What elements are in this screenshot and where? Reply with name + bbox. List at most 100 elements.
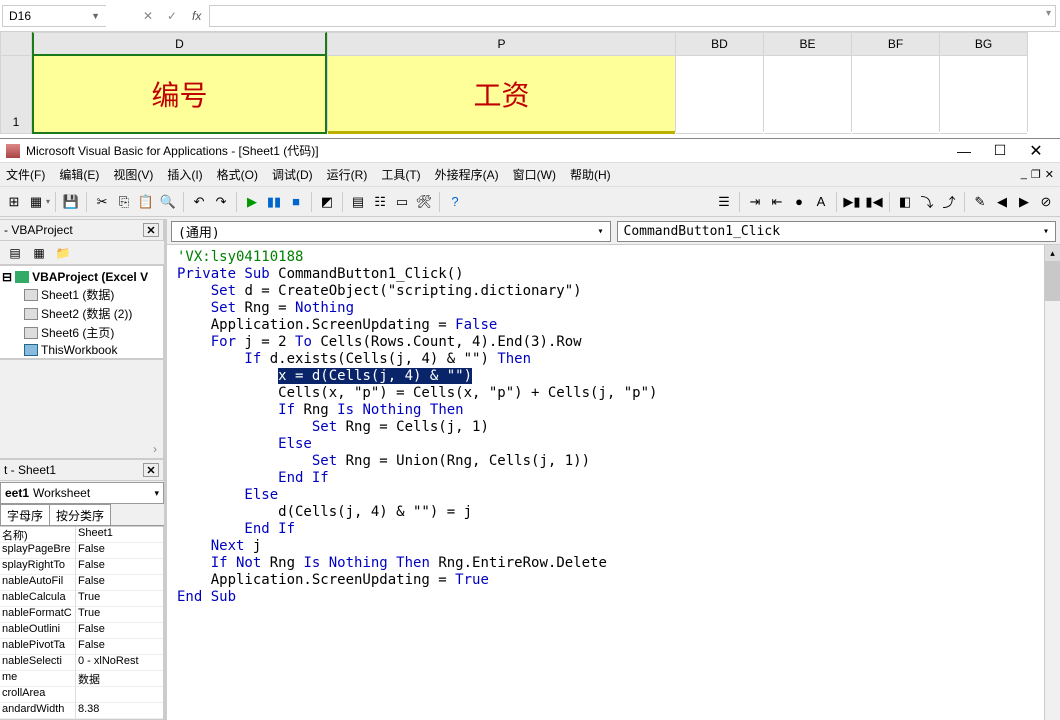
property-row[interactable]: nableFormatCTrue bbox=[0, 607, 163, 623]
vertical-scrollbar[interactable]: ▴ bbox=[1044, 245, 1060, 720]
list-properties-icon[interactable]: ☰ bbox=[714, 192, 734, 212]
name-box[interactable]: D16 ▼ bbox=[2, 5, 106, 27]
col-header-bd[interactable]: BD bbox=[676, 32, 763, 56]
view-object-icon[interactable]: ▦ bbox=[30, 245, 48, 261]
select-all-corner[interactable] bbox=[0, 32, 32, 56]
col-header-be[interactable]: BE bbox=[764, 32, 851, 56]
save-icon[interactable]: 💾 bbox=[61, 192, 81, 212]
property-row[interactable]: 名称)Sheet1 bbox=[0, 527, 163, 543]
properties-object-dropdown[interactable]: eet1 Worksheet ▾ bbox=[0, 482, 164, 504]
property-row[interactable]: nableOutliniFalse bbox=[0, 623, 163, 639]
property-value[interactable]: False bbox=[76, 639, 163, 655]
help-icon[interactable]: ? bbox=[445, 192, 465, 212]
property-value[interactable]: True bbox=[76, 591, 163, 607]
cell-bd1[interactable] bbox=[676, 56, 763, 134]
formula-bar-input[interactable] bbox=[209, 5, 1056, 27]
step-over-icon[interactable]: ⤴ bbox=[939, 192, 959, 212]
close-button[interactable]: ✕ bbox=[1018, 140, 1054, 162]
col-header-bf[interactable]: BF bbox=[852, 32, 939, 56]
insert-module-icon[interactable]: ▦ bbox=[26, 192, 46, 212]
prop-dd-arrow-icon[interactable]: ▾ bbox=[154, 488, 159, 499]
tree-thisworkbook[interactable]: ThisWorkbook bbox=[41, 343, 117, 357]
clear-icon[interactable]: ⊘ bbox=[1036, 192, 1056, 212]
name-box-dropdown-icon[interactable]: ▼ bbox=[91, 11, 100, 21]
tab-alphabetic[interactable]: 字母序 bbox=[0, 504, 50, 525]
next-icon[interactable]: ▶ bbox=[1014, 192, 1034, 212]
comment-block-icon[interactable]: A bbox=[811, 192, 831, 212]
cell-p1[interactable]: 工资 bbox=[328, 56, 675, 134]
menu-edit[interactable]: 编辑(E) bbox=[59, 166, 99, 183]
property-row[interactable]: splayRightToFalse bbox=[0, 559, 163, 575]
menu-file[interactable]: 文件(F) bbox=[6, 166, 45, 183]
property-row[interactable]: nableSelecti0 - xlNoRest bbox=[0, 655, 163, 671]
tree-sheet1[interactable]: Sheet1 (数据) bbox=[41, 286, 114, 303]
design-mode-icon[interactable]: ◩ bbox=[317, 192, 337, 212]
toggle-icon[interactable]: ◧ bbox=[895, 192, 915, 212]
toggle-folders-icon[interactable]: 📁 bbox=[54, 245, 72, 261]
property-value[interactable]: 0 - xlNoRest bbox=[76, 655, 163, 671]
object-dropdown[interactable]: (通用) ▾ bbox=[171, 221, 611, 242]
properties-pane-header[interactable]: t - Sheet1 ✕ bbox=[0, 459, 164, 481]
outdent-icon[interactable]: ⇤ bbox=[767, 192, 787, 212]
property-value[interactable]: True bbox=[76, 607, 163, 623]
property-row[interactable]: andardWidth8.38 bbox=[0, 703, 163, 719]
tree-sheet2[interactable]: Sheet2 (数据 (2)) bbox=[41, 305, 132, 322]
bookmark-icon[interactable]: ▶▮ bbox=[842, 192, 862, 212]
prev-icon[interactable]: ◀ bbox=[992, 192, 1012, 212]
property-value[interactable]: False bbox=[76, 559, 163, 575]
tab-categorized[interactable]: 按分类序 bbox=[49, 504, 111, 525]
property-value[interactable]: Sheet1 bbox=[76, 527, 163, 543]
mdi-minimize-icon[interactable]: _ bbox=[1021, 168, 1027, 181]
menu-view[interactable]: 视图(V) bbox=[113, 166, 153, 183]
maximize-button[interactable]: ☐ bbox=[982, 140, 1018, 162]
property-row[interactable]: nableCalculaTrue bbox=[0, 591, 163, 607]
stop-icon[interactable]: ■ bbox=[286, 192, 306, 212]
menu-debug[interactable]: 调试(D) bbox=[272, 166, 313, 183]
toolbox-icon[interactable]: 🛠 bbox=[414, 192, 434, 212]
property-row[interactable]: nablePivotTaFalse bbox=[0, 639, 163, 655]
property-row[interactable]: me数据 bbox=[0, 671, 163, 687]
menu-tools[interactable]: 工具(T) bbox=[381, 166, 420, 183]
property-row[interactable]: splayPageBreFalse bbox=[0, 543, 163, 559]
mdi-close-icon[interactable]: ✕ bbox=[1045, 168, 1054, 181]
edit-tool-icon[interactable]: ✎ bbox=[970, 192, 990, 212]
chevron-down-icon[interactable]: ▾ bbox=[597, 226, 603, 237]
row-header-1[interactable]: 1 bbox=[0, 56, 32, 134]
breakpoint-icon[interactable]: ● bbox=[789, 192, 809, 212]
minimize-button[interactable]: — bbox=[946, 140, 982, 162]
undo-icon[interactable]: ↶ bbox=[189, 192, 209, 212]
chevron-down-icon[interactable]: ▾ bbox=[1043, 226, 1049, 237]
property-value[interactable]: False bbox=[76, 623, 163, 639]
code-editor[interactable]: 'VX:lsy04110188 Private Sub CommandButto… bbox=[167, 245, 1060, 720]
col-header-d[interactable]: D bbox=[32, 32, 327, 56]
project-explorer-icon[interactable]: ▤ bbox=[348, 192, 368, 212]
properties-grid[interactable]: 名称)Sheet1splayPageBreFalsesplayRightToFa… bbox=[0, 526, 164, 720]
scroll-thumb[interactable] bbox=[1045, 261, 1060, 301]
menu-window[interactable]: 窗口(W) bbox=[513, 166, 556, 183]
property-value[interactable]: 数据 bbox=[76, 671, 163, 687]
indent-icon[interactable]: ⇥ bbox=[745, 192, 765, 212]
project-pane-header[interactable]: - VBAProject ✕ bbox=[0, 219, 164, 241]
procedure-dropdown[interactable]: CommandButton1_Click ▾ bbox=[617, 221, 1057, 242]
cell-bf1[interactable] bbox=[852, 56, 939, 134]
object-browser-icon[interactable]: ▭ bbox=[392, 192, 412, 212]
menu-run[interactable]: 运行(R) bbox=[327, 166, 368, 183]
mdi-restore-icon[interactable]: ❐ bbox=[1031, 168, 1041, 181]
menu-addins[interactable]: 外接程序(A) bbox=[435, 166, 499, 183]
property-value[interactable] bbox=[76, 687, 163, 703]
project-tree[interactable]: ⊟VBAProject (Excel V Sheet1 (数据) Sheet2 … bbox=[0, 265, 164, 359]
menu-insert[interactable]: 插入(I) bbox=[167, 166, 202, 183]
view-code-icon[interactable]: ▤ bbox=[6, 245, 24, 261]
fx-label[interactable]: fx bbox=[192, 9, 201, 23]
property-value[interactable]: 8.38 bbox=[76, 703, 163, 719]
properties-pane-close-icon[interactable]: ✕ bbox=[143, 463, 159, 477]
formula-cancel-icon[interactable]: ✕ bbox=[136, 9, 160, 23]
property-value[interactable]: False bbox=[76, 575, 163, 591]
menu-help[interactable]: 帮助(H) bbox=[570, 166, 611, 183]
vba-titlebar[interactable]: Microsoft Visual Basic for Applications … bbox=[0, 139, 1060, 163]
pause-icon[interactable]: ▮▮ bbox=[264, 192, 284, 212]
project-pane-close-icon[interactable]: ✕ bbox=[143, 223, 159, 237]
step-into-icon[interactable]: ⤵ bbox=[917, 192, 937, 212]
cell-bg1[interactable] bbox=[940, 56, 1027, 134]
property-value[interactable]: False bbox=[76, 543, 163, 559]
